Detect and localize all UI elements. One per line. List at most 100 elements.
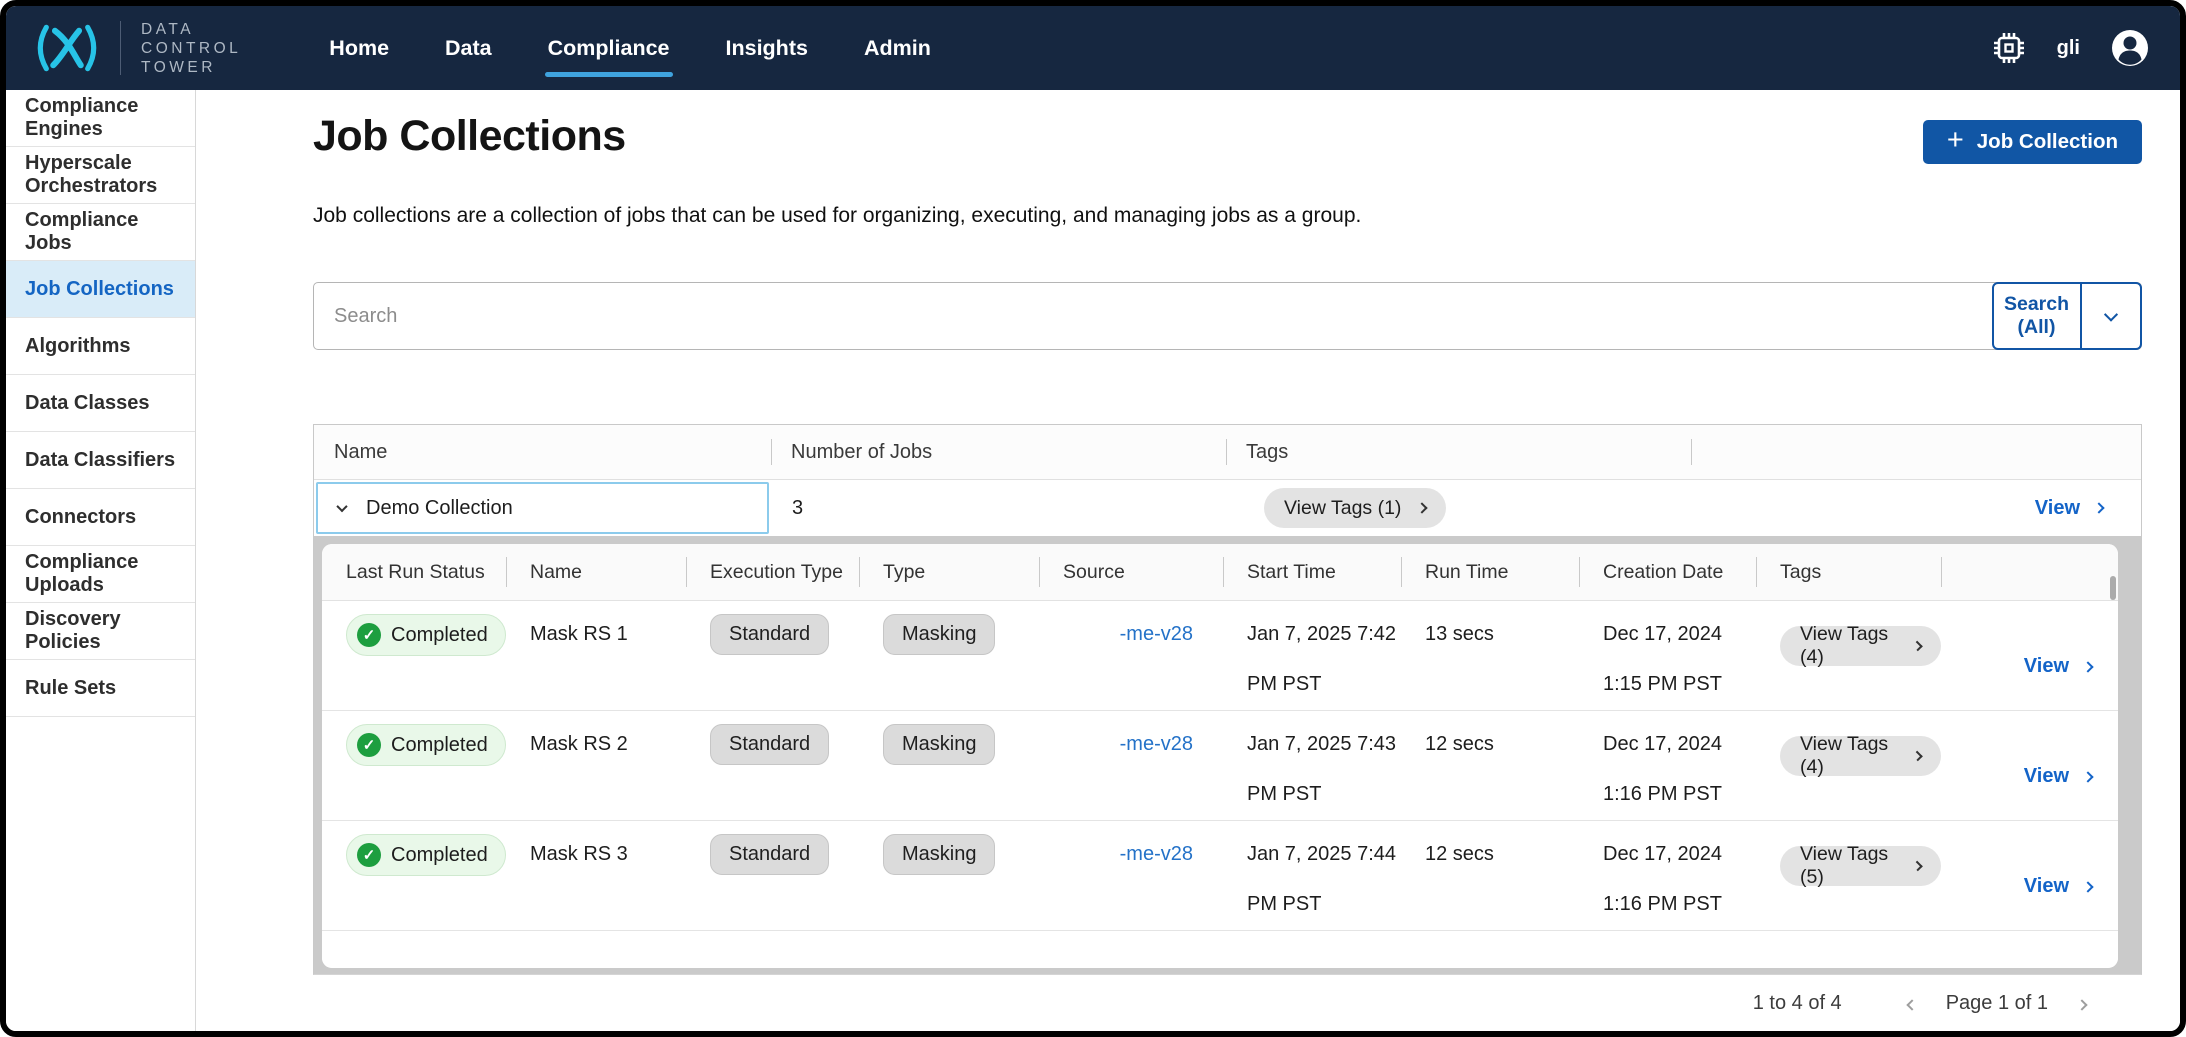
chevron-down-icon: [336, 501, 347, 512]
jobs-table: Last Run Status Name Execution Type Type…: [322, 544, 2118, 968]
job-tags-cell: View Tags (4): [1756, 733, 1941, 820]
job-status-cell: Completed: [322, 623, 506, 710]
main-nav: Home Data Compliance Insights Admin: [329, 36, 931, 61]
chevron-right-icon: [2076, 999, 2087, 1010]
source-link[interactable]: -me-v28: [1120, 733, 1193, 755]
next-page-button[interactable]: [2074, 988, 2090, 1019]
sidebar-item-hyperscale-orchestrators[interactable]: Hyperscale Orchestrators: [6, 147, 195, 204]
status-badge: Completed: [346, 834, 506, 876]
pagination-page-label: Page 1 of 1: [1946, 992, 2048, 1015]
check-circle-icon: [357, 733, 381, 757]
job-run-time: 12 secs: [1401, 733, 1579, 820]
sidebar-item-compliance-jobs[interactable]: Compliance Jobs: [6, 204, 195, 261]
collection-expand-toggle[interactable]: Demo Collection: [316, 482, 769, 534]
job-type-cell: Masking: [859, 623, 1039, 710]
previous-page-button[interactable]: [1904, 988, 1920, 1019]
nav-item-admin[interactable]: Admin: [864, 36, 931, 61]
column-header-creation-date: Creation Date: [1579, 560, 1756, 585]
job-run-time: 13 secs: [1401, 623, 1579, 710]
page-title: Job Collections: [313, 112, 626, 161]
column-header-type: Type: [859, 560, 1039, 585]
pagination-bar: 1 to 4 of 4 Page 1 of 1: [313, 975, 2142, 1031]
plus-icon: +: [1947, 126, 1964, 155]
job-name: Mask RS 1: [506, 623, 686, 710]
view-tags-button[interactable]: View Tags (1): [1264, 488, 1446, 528]
source-link[interactable]: -me-v28: [1120, 623, 1193, 645]
column-header-source: Source: [1039, 560, 1223, 585]
job-view-link[interactable]: View: [2024, 623, 2092, 710]
collection-name: Demo Collection: [366, 497, 513, 520]
column-header-tags: Tags: [1226, 441, 1691, 464]
job-status-cell: Completed: [322, 843, 506, 930]
main-content: Job Collections + Job Collection Job col…: [196, 90, 2180, 1031]
job-status-cell: Completed: [322, 733, 506, 820]
sidebar: Compliance Engines Hyperscale Orchestrat…: [6, 90, 196, 1031]
job-view-link[interactable]: View: [2024, 843, 2092, 930]
sidebar-item-rule-sets[interactable]: Rule Sets: [6, 660, 195, 717]
jobs-header-row: Last Run Status Name Execution Type Type…: [322, 544, 2118, 601]
sidebar-item-data-classes[interactable]: Data Classes: [6, 375, 195, 432]
sidebar-item-data-classifiers[interactable]: Data Classifiers: [6, 432, 195, 489]
search-all-button[interactable]: Search (All): [1994, 284, 2080, 348]
sidebar-item-discovery-policies[interactable]: Discovery Policies: [6, 603, 195, 660]
column-header-name: Name: [506, 560, 686, 585]
job-source-cell: -me-v28: [1039, 843, 1223, 930]
job-collections-table: Name Number of Jobs Tags Demo Collection: [313, 424, 2142, 975]
pagination-range: 1 to 4 of 4: [1753, 992, 1842, 1015]
check-circle-icon: [357, 623, 381, 647]
sidebar-item-compliance-engines[interactable]: Compliance Engines: [6, 90, 195, 147]
collection-name-cell: Demo Collection: [314, 480, 771, 536]
username-label: gli: [2057, 37, 2080, 60]
vertical-scrollbar[interactable]: [2110, 576, 2116, 600]
search-input[interactable]: [313, 282, 2142, 350]
job-tags-cell: View Tags (4): [1756, 623, 1941, 710]
navbar-right: gli: [1991, 28, 2150, 68]
job-type-cell: Masking: [859, 733, 1039, 820]
nav-item-insights[interactable]: Insights: [726, 36, 808, 61]
nav-item-home[interactable]: Home: [329, 36, 389, 61]
account-avatar-icon[interactable]: [2110, 28, 2150, 68]
top-navbar: DATA CONTROL TOWER Home Data Compliance …: [6, 6, 2180, 90]
chevron-right-icon: [1912, 751, 1923, 762]
view-tags-button[interactable]: View Tags (4): [1780, 626, 1941, 666]
sidebar-item-connectors[interactable]: Connectors: [6, 489, 195, 546]
column-header-run-time: Run Time: [1401, 560, 1579, 585]
collection-view-cell: View: [1691, 497, 2141, 520]
nav-item-compliance[interactable]: Compliance: [548, 36, 670, 61]
sidebar-item-algorithms[interactable]: Algorithms: [6, 318, 195, 375]
chevron-right-icon: [2082, 771, 2093, 782]
column-header-last-run-status: Last Run Status: [322, 560, 506, 585]
view-tags-button[interactable]: View Tags (5): [1780, 846, 1941, 886]
collection-row: Demo Collection 3 View Tags (1): [314, 480, 2141, 536]
column-header-name: Name: [314, 441, 771, 464]
chevron-right-icon: [2093, 502, 2104, 513]
column-header-number-of-jobs: Number of Jobs: [771, 441, 1226, 464]
cpu-icon[interactable]: [1991, 30, 2027, 66]
search-scope-dropdown[interactable]: [2082, 284, 2140, 348]
job-view-link[interactable]: View: [2024, 733, 2092, 820]
type-badge: Masking: [883, 724, 995, 765]
collection-tags-cell: View Tags (1): [1226, 488, 1691, 528]
chevron-down-icon: [2104, 308, 2118, 322]
brand-divider: [120, 21, 121, 75]
source-link[interactable]: -me-v28: [1120, 843, 1193, 865]
view-tags-button[interactable]: View Tags (4): [1780, 736, 1941, 776]
partial-row: [322, 931, 2118, 967]
job-name: Mask RS 3: [506, 843, 686, 930]
job-start-time: Jan 7, 2025 7:44 PM PST: [1223, 843, 1401, 930]
brand: DATA CONTROL TOWER: [30, 17, 241, 79]
job-row: Completed Mask RS 1 Standard Masking: [322, 601, 2118, 711]
app-window: DATA CONTROL TOWER Home Data Compliance …: [0, 0, 2186, 1037]
execution-type-badge: Standard: [710, 724, 829, 765]
column-header-execution-type: Execution Type: [686, 560, 859, 585]
job-execution-type-cell: Standard: [686, 843, 859, 930]
collection-view-link[interactable]: View: [2035, 497, 2103, 520]
chevron-right-icon: [1417, 502, 1428, 513]
job-view-cell: View: [1941, 623, 2118, 710]
job-execution-type-cell: Standard: [686, 733, 859, 820]
nav-item-data[interactable]: Data: [445, 36, 492, 61]
add-job-collection-button[interactable]: + Job Collection: [1923, 120, 2142, 164]
sidebar-item-job-collections[interactable]: Job Collections: [6, 261, 195, 318]
sidebar-item-compliance-uploads[interactable]: Compliance Uploads: [6, 546, 195, 603]
type-badge: Masking: [883, 834, 995, 875]
